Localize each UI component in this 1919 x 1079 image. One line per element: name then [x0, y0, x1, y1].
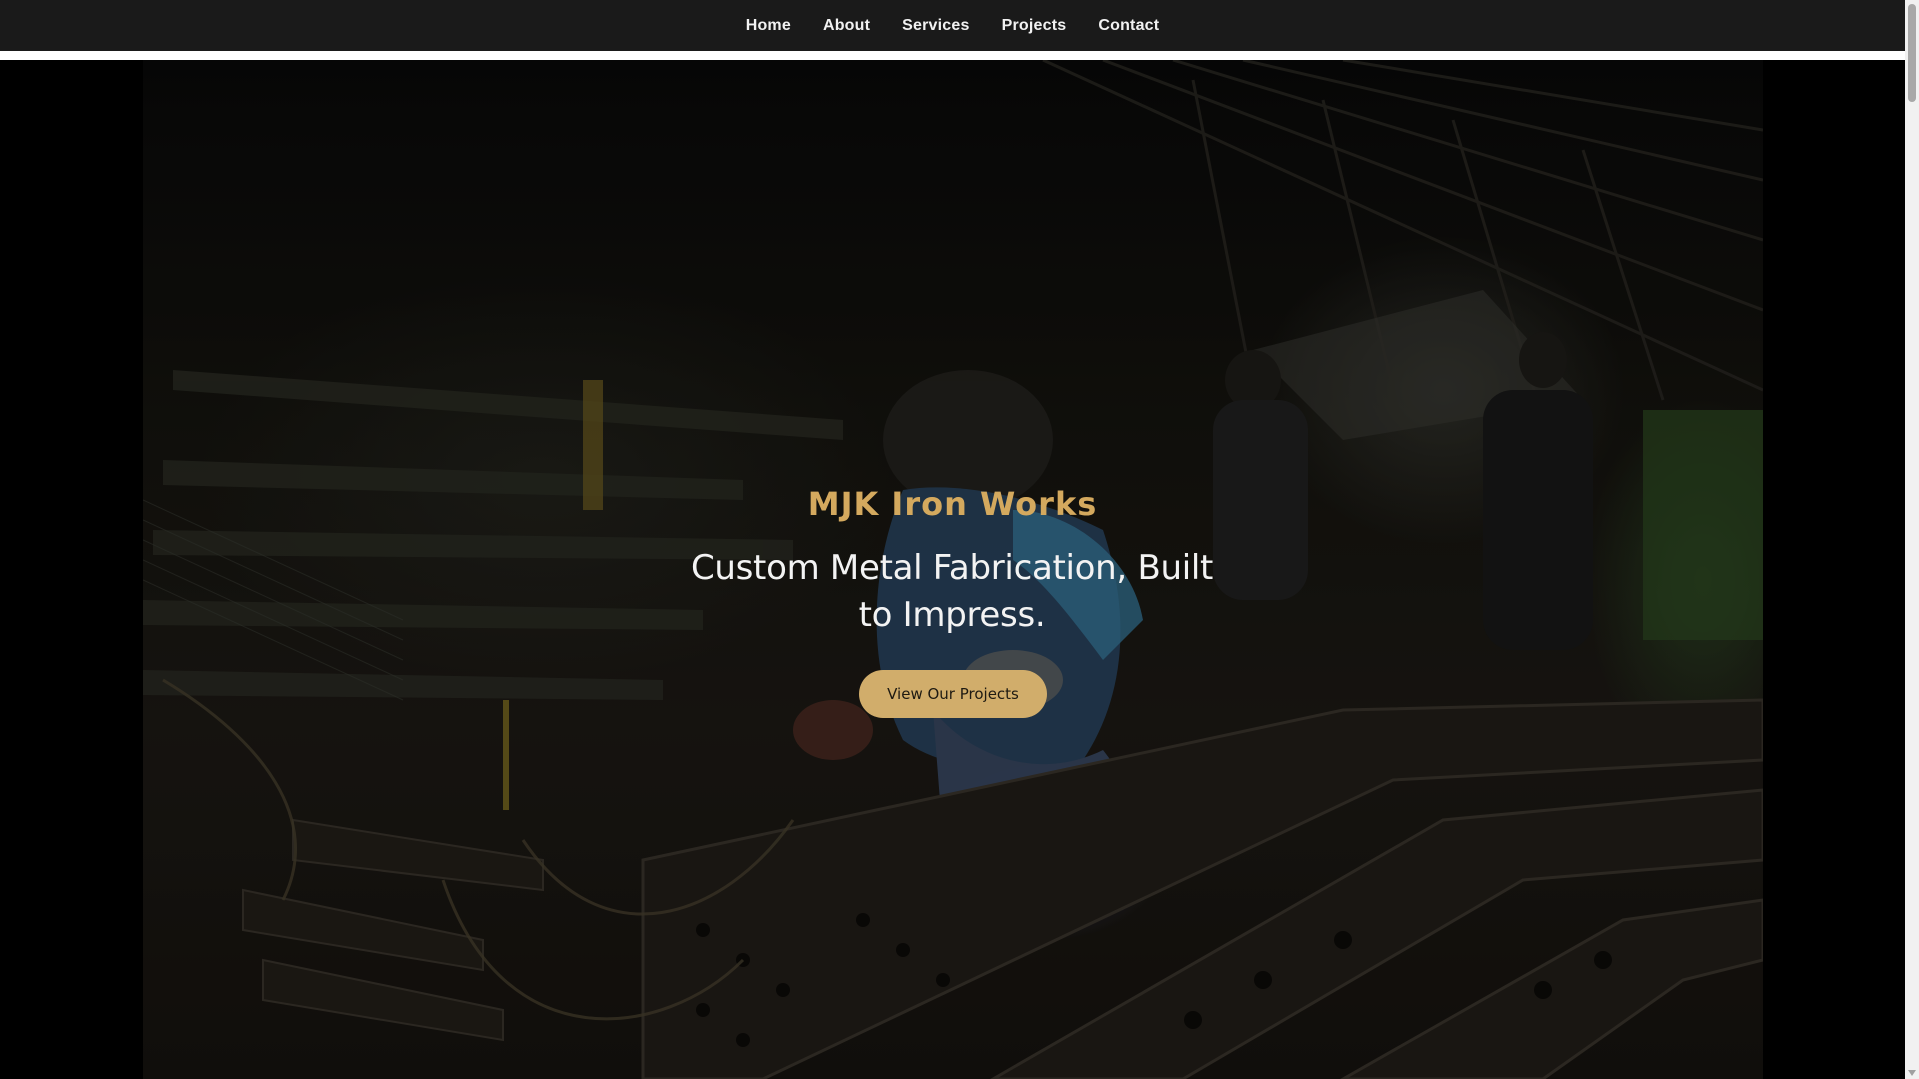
hero-title: MJK Iron Works [807, 485, 1098, 523]
hero-content: MJK Iron Works Custom Metal Fabrication,… [0, 60, 1905, 1079]
scroll-down-arrow-icon[interactable] [1908, 1070, 1916, 1076]
nav-link-about[interactable]: About [807, 0, 886, 51]
hero-section: MJK Iron Works Custom Metal Fabrication,… [0, 60, 1905, 1079]
page: Home About Services Projects Contact MJK… [0, 0, 1919, 1079]
nav-link-contact[interactable]: Contact [1082, 0, 1175, 51]
nav-divider [0, 51, 1905, 60]
view-projects-button[interactable]: View Our Projects [859, 670, 1047, 718]
nav-link-services[interactable]: Services [886, 0, 985, 51]
nav-link-projects[interactable]: Projects [986, 0, 1083, 51]
top-navigation: Home About Services Projects Contact [0, 0, 1905, 51]
scrollbar-thumb[interactable] [1908, 4, 1916, 102]
hero-tagline: Custom Metal Fabrication, Built to Impre… [690, 548, 1214, 635]
page-scrollbar[interactable] [1905, 0, 1919, 1079]
nav-link-home[interactable]: Home [730, 0, 807, 51]
